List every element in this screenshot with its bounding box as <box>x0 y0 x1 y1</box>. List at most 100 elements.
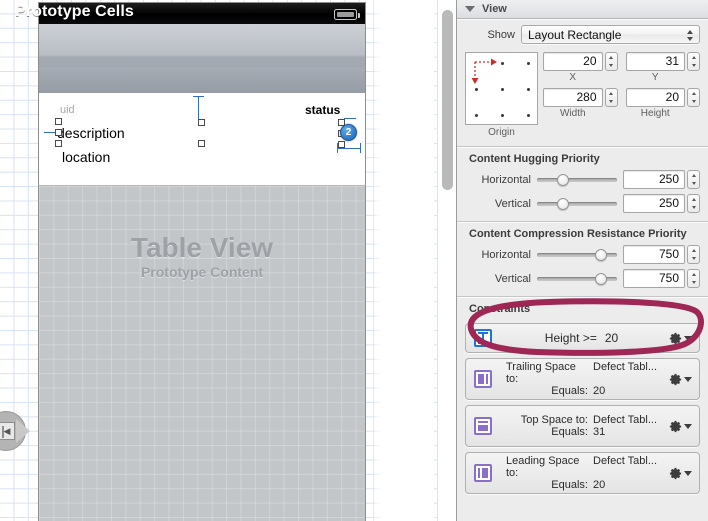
popup-arrows-icon <box>686 28 695 43</box>
selection-handle[interactable] <box>55 129 62 136</box>
y-stepper[interactable] <box>687 52 700 71</box>
inspector-header-title: View <box>482 3 507 15</box>
x-stepper[interactable] <box>604 52 618 71</box>
selection-handle[interactable] <box>55 140 62 147</box>
gear-dropdown-arrow-icon <box>684 424 692 429</box>
height-constraint-icon <box>474 329 492 347</box>
constraint-guide-bottom <box>337 148 361 149</box>
origin-dot[interactable] <box>501 114 504 117</box>
geometry-group: Show Layout Rectangle Origin 20 X 31 Y 2… <box>457 19 708 147</box>
gear-dropdown-arrow-icon <box>684 377 692 382</box>
table-section-header[interactable] <box>38 67 366 93</box>
show-left-panel-icon[interactable] <box>0 411 30 451</box>
selection-handle[interactable] <box>198 119 205 126</box>
gear-dropdown-arrow-icon <box>684 471 692 476</box>
selection-handle[interactable] <box>55 118 62 125</box>
constraint-value-1: Defect Tabl... <box>593 455 657 467</box>
canvas-vertical-scrollbar[interactable] <box>437 0 456 521</box>
height-field[interactable]: 20 <box>625 88 685 107</box>
slider-knob[interactable] <box>557 173 569 186</box>
label-status[interactable]: status <box>305 103 340 117</box>
constraint-row-text: Height >= 20 <box>506 324 657 352</box>
label-location[interactable]: location <box>62 149 110 165</box>
panel-toggle-glyph <box>0 422 15 440</box>
hugging-horizontal-stepper[interactable] <box>687 170 700 189</box>
gear-icon[interactable] <box>668 372 692 386</box>
slider-track <box>537 177 617 182</box>
origin-dot[interactable] <box>501 62 504 65</box>
label-description[interactable]: description <box>57 125 125 141</box>
constraint-value-2: 20 <box>593 479 606 491</box>
hugging-vertical-field[interactable]: 250 <box>623 194 685 213</box>
size-inspector-panel[interactable]: View Show Layout Rectangle Origin 20 X 3… <box>456 0 708 521</box>
gear-dropdown-arrow-icon <box>684 336 692 341</box>
table-view-title: Table View <box>130 232 274 263</box>
scrollbar-thumb[interactable] <box>442 10 453 190</box>
origin-dot[interactable] <box>475 88 478 91</box>
trailing-space-constraint-icon <box>474 370 492 388</box>
hugging-horizontal-label: Horizontal <box>481 173 531 186</box>
storyboard-canvas[interactable]: Prototype Cells uid description location… <box>0 0 456 521</box>
origin-dot[interactable] <box>527 114 530 117</box>
slider-knob[interactable] <box>557 197 569 210</box>
hugging-vertical-stepper[interactable] <box>687 194 700 213</box>
constraint-value-2: 31 <box>593 426 606 438</box>
chevron-down-icon[interactable] <box>465 6 475 12</box>
constraint-key-1: Top Space to: <box>520 414 588 426</box>
hugging-vertical-label: Vertical <box>494 197 531 210</box>
constraint-row-top-space[interactable]: Top Space to: Defect Tabl... Equals: 31 <box>465 405 700 447</box>
show-popup-button[interactable]: Layout Rectangle <box>521 25 700 44</box>
selection-handle[interactable] <box>338 141 345 148</box>
selection-handle[interactable] <box>198 140 205 147</box>
panel-toggle-arrow <box>16 419 30 443</box>
compression-horizontal-stepper[interactable] <box>687 245 700 264</box>
origin-dot[interactable] <box>527 62 530 65</box>
compression-vertical-field[interactable]: 750 <box>623 269 685 288</box>
hugging-horizontal-field[interactable]: 250 <box>623 170 685 189</box>
constraint-key-2: Equals: <box>551 426 588 438</box>
constraint-value-2: 20 <box>593 385 606 397</box>
width-stepper[interactable] <box>604 88 618 107</box>
compression-resistance-title: Content Compression Resistance Priority <box>469 228 687 240</box>
constraint-row-leading-space[interactable]: Leading Space to: Defect Tabl... Equals:… <box>465 452 700 494</box>
origin-selector[interactable] <box>465 52 538 125</box>
y-label: Y <box>651 72 659 83</box>
section-header-label: Prototype Cells <box>15 3 134 20</box>
constraint-row-height[interactable]: Height >= 20 <box>465 323 700 353</box>
hugging-horizontal-slider[interactable] <box>537 173 617 186</box>
constraint-value-1: Defect Tabl... <box>593 361 657 373</box>
leading-space-constraint-icon <box>474 464 492 482</box>
origin-dot[interactable] <box>501 88 504 91</box>
compression-horizontal-field[interactable]: 750 <box>623 245 685 264</box>
origin-label: Origin <box>488 127 515 138</box>
x-field[interactable]: 20 <box>543 52 603 71</box>
constraint-relation: Height >= <box>544 331 597 345</box>
gear-icon[interactable] <box>668 466 692 480</box>
slider-knob[interactable] <box>594 248 607 261</box>
height-stepper[interactable] <box>687 88 700 107</box>
constraint-row-trailing-space[interactable]: Trailing Space to: Defect Tabl... Equals… <box>465 358 700 400</box>
show-label: Show <box>487 28 515 41</box>
gear-icon[interactable] <box>668 331 692 345</box>
gear-icon[interactable] <box>668 419 692 433</box>
y-field[interactable]: 31 <box>625 52 685 71</box>
show-popup-value: Layout Rectangle <box>528 27 622 42</box>
content-hugging-title: Content Hugging Priority <box>469 153 600 165</box>
origin-dot[interactable] <box>475 114 478 117</box>
constraint-count-badge[interactable]: 2 <box>340 124 357 141</box>
constraints-group: Constraints Height >= 20 Trailing Space … <box>457 297 708 494</box>
label-uid[interactable]: uid <box>60 104 75 116</box>
inspector-section-header-view[interactable]: View <box>457 0 708 19</box>
constraint-key-1: Trailing Space to: <box>506 361 576 385</box>
constraint-guide-bottom-cap-right <box>360 143 361 153</box>
width-label: Width <box>559 108 586 119</box>
width-field[interactable]: 280 <box>543 88 603 107</box>
constraint-key-2: Equals: <box>551 479 588 491</box>
hugging-vertical-slider[interactable] <box>537 197 617 210</box>
constraint-guide-trailing <box>344 118 356 119</box>
origin-dot[interactable] <box>527 88 530 91</box>
compression-horizontal-slider[interactable] <box>537 248 617 261</box>
compression-vertical-stepper[interactable] <box>687 269 700 288</box>
slider-knob[interactable] <box>594 272 607 285</box>
compression-vertical-slider[interactable] <box>537 272 617 285</box>
